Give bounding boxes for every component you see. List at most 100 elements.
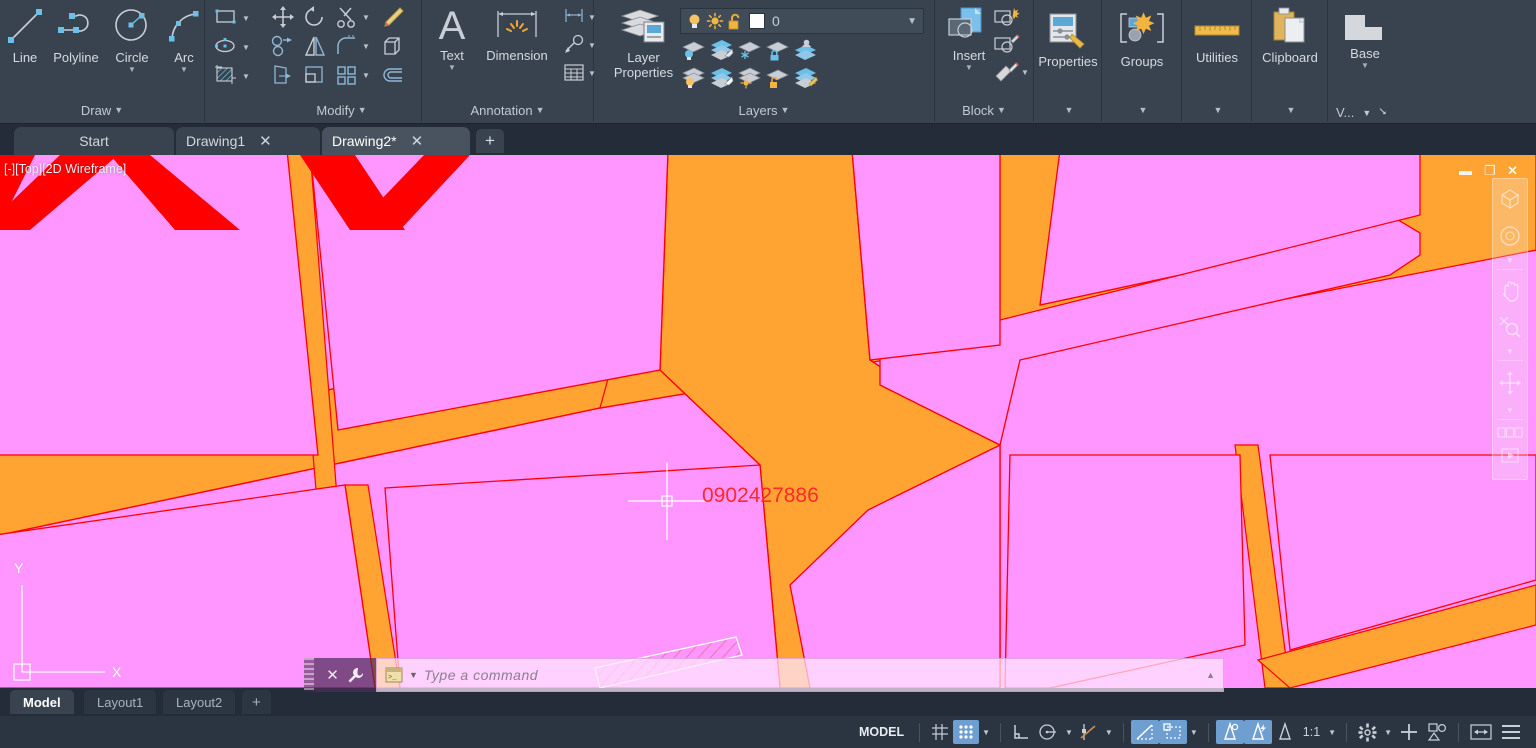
command-line-grip[interactable] xyxy=(304,658,314,692)
chevron-down-icon[interactable]: ▼ xyxy=(430,64,474,72)
layer-unlock-icon[interactable] xyxy=(728,13,742,30)
annotation-scale-value[interactable]: 1:1 xyxy=(1298,720,1325,744)
annotation-linear-button[interactable] xyxy=(562,6,586,30)
viewcube-icon[interactable] xyxy=(1493,179,1527,219)
panel-layers-title[interactable]: Layers ▼ xyxy=(594,103,934,118)
dynamic-ucs-toggle[interactable] xyxy=(1158,720,1187,744)
chevron-down-icon[interactable]: ▼ xyxy=(108,66,156,74)
layout-tab-layout2[interactable]: Layout2 xyxy=(163,690,236,714)
showmotion-play-icon[interactable] xyxy=(1493,444,1527,468)
chevron-down-icon[interactable]: ▼ xyxy=(242,72,250,81)
annotation-dimension-button[interactable]: Dimension xyxy=(478,6,556,63)
layer-change-to-current-button[interactable] xyxy=(792,66,818,90)
layer-thaw-all-button[interactable] xyxy=(736,66,761,90)
chevron-down-icon[interactable]: ▼ xyxy=(1381,728,1395,737)
layer-turn-all-on-button[interactable] xyxy=(680,66,705,90)
layer-unisolate-button[interactable] xyxy=(708,66,734,90)
chevron-down-icon[interactable]: ▼ xyxy=(1325,728,1339,737)
annotation-table-button[interactable] xyxy=(562,62,586,86)
panel-block-title[interactable]: Block ▼ xyxy=(935,103,1033,118)
draw-ellipse-button[interactable] xyxy=(214,35,238,59)
panel-draw-title[interactable]: Draw ▼ xyxy=(0,103,204,118)
clipboard-button[interactable]: Clipboard xyxy=(1252,6,1328,65)
panel-modify-title[interactable]: Modify ▼ xyxy=(262,103,421,118)
block-edit-button[interactable] xyxy=(993,33,1020,57)
drawing-text-annotation[interactable]: 0902427886 xyxy=(702,484,819,508)
navigation-bar[interactable]: ▼ ▼ ▼ xyxy=(1492,178,1528,480)
panel-utilities-expand[interactable]: ▼ xyxy=(1182,103,1251,118)
workspace-settings-button[interactable] xyxy=(1354,720,1381,744)
drawing-window-restore[interactable]: ❐ xyxy=(1484,163,1496,179)
chevron-down-icon[interactable]: ▼ xyxy=(242,14,250,23)
modify-copy-button[interactable] xyxy=(270,34,294,58)
chevron-down-icon[interactable]: ▼ xyxy=(907,16,917,27)
add-layout-button[interactable]: + xyxy=(242,690,271,714)
file-tab-drawing2[interactable]: Drawing2* ✕ xyxy=(322,127,470,155)
chevron-down-icon[interactable]: ▼ xyxy=(362,71,370,80)
orbit-3d-icon[interactable] xyxy=(1493,363,1527,403)
chevron-down-icon[interactable]: ▼ xyxy=(1187,728,1201,737)
modify-scale-button[interactable] xyxy=(302,63,326,87)
hardware-acceleration-button[interactable] xyxy=(1423,720,1451,744)
command-history-icon[interactable]: >_ xyxy=(385,667,403,683)
layer-lock-button[interactable] xyxy=(764,38,789,62)
snap-mode-toggle[interactable] xyxy=(953,720,980,744)
layer-on-icon[interactable] xyxy=(687,13,702,30)
layout-tab-layout1[interactable]: Layout1 xyxy=(84,690,157,714)
modify-trim-button[interactable] xyxy=(334,5,358,29)
groups-button[interactable]: Groups xyxy=(1102,10,1182,69)
layer-combo[interactable]: 0 ▼ xyxy=(680,8,924,34)
model-space-toggle[interactable]: MODEL xyxy=(851,720,912,744)
layer-thaw-icon[interactable] xyxy=(706,12,724,30)
layer-make-current-button[interactable] xyxy=(792,38,816,62)
annotation-text-button[interactable]: A Text ▼ xyxy=(430,6,474,72)
modify-array-button[interactable] xyxy=(334,63,358,87)
chevron-down-icon[interactable]: ▼ xyxy=(1334,62,1396,70)
grid-display-toggle[interactable] xyxy=(927,720,953,744)
modify-3d-button[interactable] xyxy=(380,34,404,58)
isolate-objects-button[interactable] xyxy=(1395,720,1423,744)
layer-properties-button[interactable]: Layer Properties xyxy=(606,6,681,80)
panel-clipboard-expand[interactable]: ▼ xyxy=(1252,103,1327,118)
close-icon[interactable]: ✕ xyxy=(411,132,424,150)
layer-color-swatch[interactable] xyxy=(749,13,765,29)
draw-line-button[interactable]: Line xyxy=(4,4,46,65)
chevron-down-icon[interactable]: ▼ xyxy=(979,728,993,737)
chevron-down-icon[interactable]: ▼ xyxy=(1062,728,1076,737)
block-create-button[interactable] xyxy=(993,6,1020,30)
command-input-placeholder[interactable]: Type a command xyxy=(424,667,538,683)
modify-fillet-button[interactable] xyxy=(334,34,358,58)
modify-erase-button[interactable] xyxy=(380,5,404,29)
annotation-visibility-toggle[interactable] xyxy=(1215,720,1244,744)
panel-dialog-launcher-icon[interactable]: ⭨ xyxy=(1379,106,1386,119)
layer-off-button[interactable] xyxy=(680,38,705,62)
draw-circle-button[interactable]: Circle ▼ xyxy=(108,4,156,74)
chevron-down-icon[interactable]: ▼ xyxy=(362,42,370,51)
polar-tracking-toggle[interactable] xyxy=(1034,720,1062,744)
panel-annotation-title[interactable]: Annotation ▼ xyxy=(422,103,593,118)
showmotion-thumbnails-icon[interactable] xyxy=(1493,422,1527,444)
view-base-button[interactable]: Base ▼ xyxy=(1334,10,1396,70)
layer-unlock-button[interactable] xyxy=(764,66,789,90)
file-tab-start[interactable]: Start xyxy=(14,127,174,155)
chevron-down-icon[interactable]: ▼ xyxy=(242,43,250,52)
annotation-scale-icon[interactable] xyxy=(1272,720,1298,744)
viewport-controls-label[interactable]: [-][Top][2D Wireframe] xyxy=(4,162,126,176)
chevron-down-icon[interactable]: ▼ xyxy=(1362,108,1371,118)
panel-groups-expand[interactable]: ▼ xyxy=(1102,103,1181,118)
modify-rotate-button[interactable] xyxy=(302,5,326,29)
draw-hatch-button[interactable] xyxy=(214,64,238,88)
chevron-down-icon[interactable]: ▼ xyxy=(362,13,370,22)
zoom-icon[interactable] xyxy=(1493,310,1527,344)
chevron-down-icon[interactable]: ▼ xyxy=(1493,253,1527,267)
close-icon[interactable]: ✕ xyxy=(326,666,339,684)
chevron-down-icon[interactable]: ▼ xyxy=(409,670,418,680)
steering-wheel-icon[interactable] xyxy=(1493,219,1527,253)
close-icon[interactable]: ✕ xyxy=(259,132,272,150)
drawing-viewport[interactable]: Y X xyxy=(0,155,1536,688)
ortho-mode-toggle[interactable] xyxy=(1008,720,1034,744)
modify-move-button[interactable] xyxy=(270,5,294,29)
command-input-wrapper[interactable]: >_ ▼ Type a command ▲ xyxy=(376,658,1224,692)
panel-properties-expand[interactable]: ▼ xyxy=(1034,103,1101,118)
file-tab-drawing1[interactable]: Drawing1 ✕ xyxy=(176,127,320,155)
